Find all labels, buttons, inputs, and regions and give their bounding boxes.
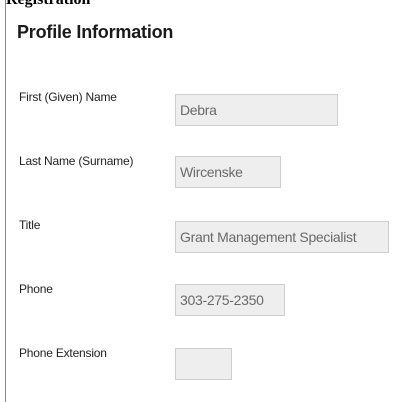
section-left-border (5, 0, 6, 402)
title-label: Title (19, 218, 41, 232)
phone-label: Phone (19, 282, 53, 296)
phone-extension-field[interactable] (175, 348, 232, 380)
profile-information-form: Registration Profile Information First (… (0, 0, 409, 402)
last-name-label: Last Name (Surname) (19, 154, 134, 168)
title-field[interactable] (175, 221, 389, 253)
phone-field[interactable] (175, 284, 285, 316)
last-name-field[interactable] (175, 156, 281, 188)
first-name-label: First (Given) Name (19, 90, 117, 104)
first-name-field[interactable] (175, 94, 338, 126)
phone-extension-label: Phone Extension (19, 346, 107, 360)
section-title: Profile Information (17, 22, 174, 42)
clipped-page-heading: Registration (6, 0, 90, 8)
